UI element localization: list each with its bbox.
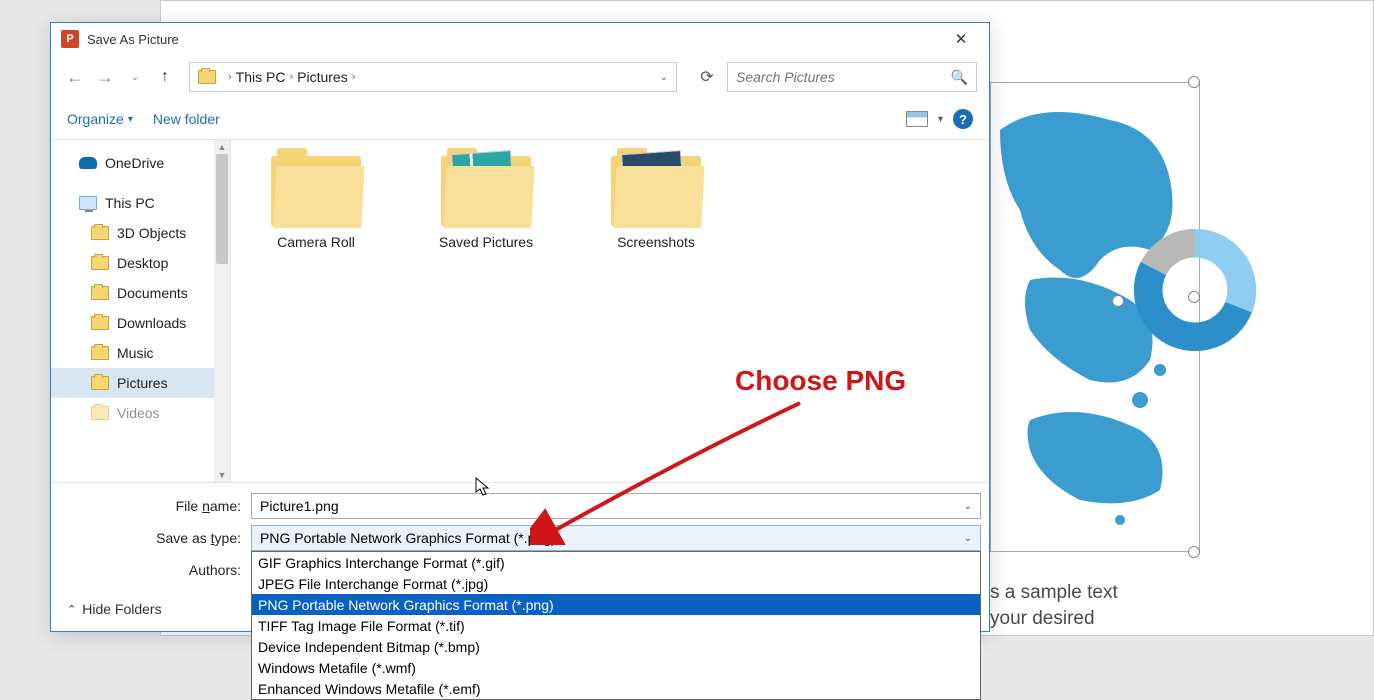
folder-icon <box>91 406 109 420</box>
toolbar: Organize ▾ New folder ▾ ? <box>51 99 989 139</box>
nav-downloads[interactable]: Downloads <box>51 308 230 338</box>
folder-icon <box>91 376 109 390</box>
organize-button[interactable]: Organize ▾ <box>67 111 133 127</box>
forward-button[interactable]: → <box>93 65 117 89</box>
chevron-down-icon: ▾ <box>128 114 133 125</box>
nav-this-pc[interactable]: This PC <box>51 188 230 218</box>
nav-videos[interactable]: Videos <box>51 398 230 428</box>
filename-label: File name: <box>51 498 251 514</box>
breadcrumb-this-pc[interactable]: This PC <box>236 69 286 85</box>
hide-folders-button[interactable]: ⌃ Hide Folders <box>67 601 162 617</box>
savetype-label: Save as type: <box>51 530 251 546</box>
up-button[interactable]: ↑ <box>153 65 177 89</box>
folder-icon <box>611 156 701 226</box>
nav-music[interactable]: Music <box>51 338 230 368</box>
savetype-dropdown[interactable]: GIF Graphics Interchange Format (*.gif) … <box>251 551 981 700</box>
folder-icon <box>91 316 109 330</box>
dropdown-option-jpeg[interactable]: JPEG File Interchange Format (*.jpg) <box>252 573 980 594</box>
folder-icon <box>198 70 216 84</box>
navigation-pane[interactable]: OneDrive This PC 3D Objects Desktop Docu… <box>51 140 231 482</box>
dropdown-option-bmp[interactable]: Device Independent Bitmap (*.bmp) <box>252 636 980 657</box>
navbar: ← → ⌄ ↑ › This PC › Pictures › ⌄ ⟳ 🔍 <box>51 55 989 99</box>
save-as-dialog: P Save As Picture ✕ ← → ⌄ ↑ › This PC › … <box>50 22 990 632</box>
nav-pictures[interactable]: Pictures <box>51 368 230 398</box>
donut-chart <box>1130 225 1260 355</box>
chevron-down-icon[interactable]: ⌄ <box>964 533 972 544</box>
refresh-button[interactable]: ⟳ <box>693 65 721 89</box>
close-button[interactable]: ✕ <box>941 25 981 53</box>
back-button[interactable]: ← <box>63 65 87 89</box>
chevron-down-icon[interactable]: ⌄ <box>964 501 972 512</box>
authors-label: Authors: <box>51 562 251 578</box>
nav-scrollbar[interactable]: ▲ ▼ <box>214 140 230 482</box>
dropdown-option-emf[interactable]: Enhanced Windows Metafile (*.emf) <box>252 678 980 699</box>
selection-handle[interactable] <box>1188 546 1200 558</box>
savetype-combo[interactable]: PNG Portable Network Graphics Format (*.… <box>251 525 981 551</box>
folder-icon <box>91 256 109 270</box>
search-box[interactable]: 🔍 <box>727 62 977 92</box>
content-pane[interactable]: Camera Roll Saved Pictures Screenshots <box>231 140 989 482</box>
scroll-up-icon[interactable]: ▲ <box>214 140 230 154</box>
chevron-up-icon: ⌃ <box>67 603 76 616</box>
chevron-right-icon[interactable]: › <box>228 71 232 83</box>
chevron-right-icon[interactable]: › <box>352 71 356 83</box>
chevron-right-icon[interactable]: › <box>289 71 293 83</box>
dropdown-option-png[interactable]: PNG Portable Network Graphics Format (*.… <box>252 594 980 615</box>
chevron-down-icon[interactable]: ▾ <box>938 114 943 125</box>
selection-handle[interactable] <box>1188 76 1200 88</box>
address-dropdown[interactable]: ⌄ <box>660 72 668 83</box>
dropdown-option-gif[interactable]: GIF Graphics Interchange Format (*.gif) <box>252 552 980 573</box>
dropdown-option-wmf[interactable]: Windows Metafile (*.wmf) <box>252 657 980 678</box>
titlebar: P Save As Picture ✕ <box>51 23 989 55</box>
folder-icon <box>91 226 109 240</box>
filename-input[interactable]: Picture1.png ⌄ <box>251 493 981 519</box>
nav-desktop[interactable]: Desktop <box>51 248 230 278</box>
onedrive-icon <box>79 157 97 169</box>
scrollbar-thumb[interactable] <box>216 154 228 264</box>
search-icon[interactable]: 🔍 <box>951 69 968 86</box>
selection-handle[interactable] <box>1112 295 1124 307</box>
recent-dropdown[interactable]: ⌄ <box>123 65 147 89</box>
pc-icon <box>79 196 97 210</box>
powerpoint-icon: P <box>61 30 79 48</box>
folder-icon <box>271 156 361 226</box>
view-mode-icon[interactable] <box>906 111 928 127</box>
folder-camera-roll[interactable]: Camera Roll <box>251 156 381 250</box>
nav-3d-objects[interactable]: 3D Objects <box>51 218 230 248</box>
nav-documents[interactable]: Documents <box>51 278 230 308</box>
breadcrumb-pictures[interactable]: Pictures <box>297 69 348 85</box>
form-area: File name: Picture1.png ⌄ Save as type: … <box>51 482 989 631</box>
folder-icon <box>91 346 109 360</box>
slide-text: s a sample text your desired <box>990 580 1118 631</box>
body-area: OneDrive This PC 3D Objects Desktop Docu… <box>51 139 989 482</box>
dropdown-option-tiff[interactable]: TIFF Tag Image File Format (*.tif) <box>252 615 980 636</box>
folder-icon <box>91 286 109 300</box>
folder-icon <box>441 156 531 226</box>
folder-saved-pictures[interactable]: Saved Pictures <box>421 156 551 250</box>
search-input[interactable] <box>736 69 951 85</box>
address-bar[interactable]: › This PC › Pictures › ⌄ <box>189 62 677 92</box>
scroll-down-icon[interactable]: ▼ <box>214 468 230 482</box>
dialog-title: Save As Picture <box>87 32 941 47</box>
help-button[interactable]: ? <box>953 109 973 129</box>
folder-screenshots[interactable]: Screenshots <box>591 156 721 250</box>
nav-onedrive[interactable]: OneDrive <box>51 148 230 178</box>
new-folder-button[interactable]: New folder <box>153 111 220 127</box>
